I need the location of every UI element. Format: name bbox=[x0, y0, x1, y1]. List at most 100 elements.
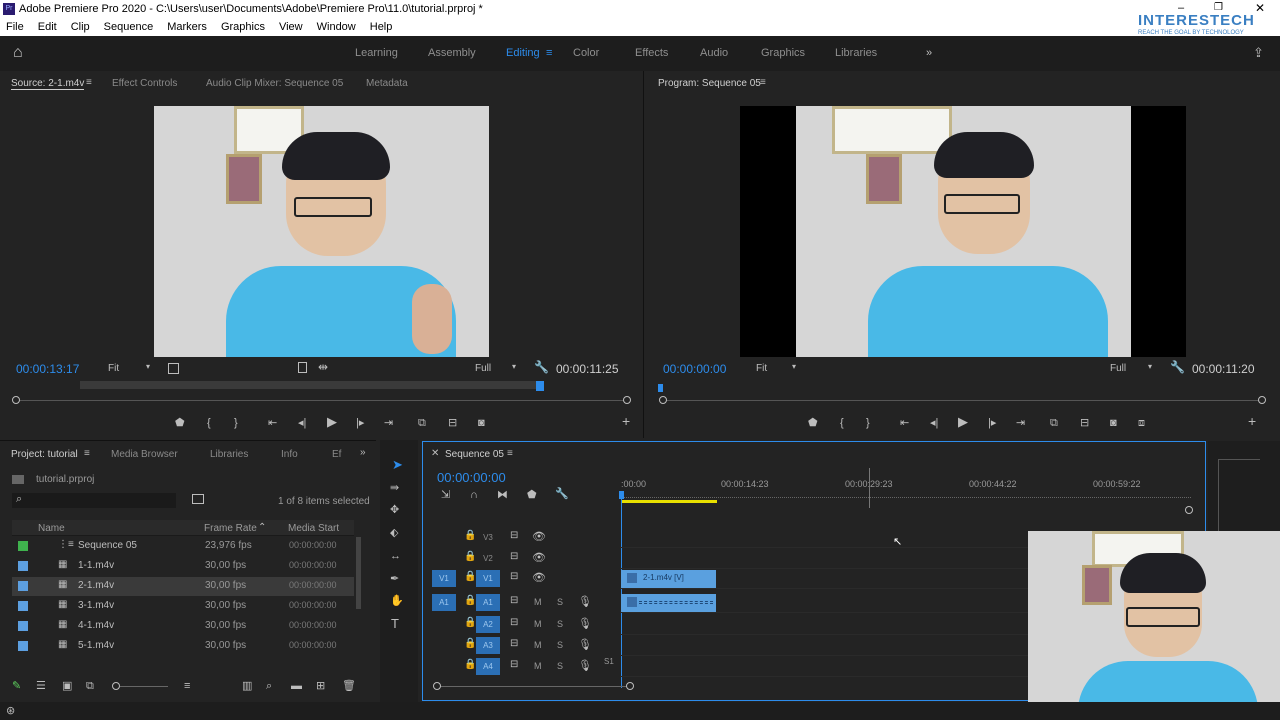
track-target-a1[interactable]: A1 bbox=[476, 594, 500, 611]
icon-view-icon[interactable]: ▣ bbox=[62, 680, 72, 692]
chevron-down-icon[interactable]: ▾ bbox=[512, 362, 516, 371]
track-target-v3[interactable]: V3 bbox=[476, 529, 500, 546]
vertical-zoom-handle[interactable] bbox=[1185, 506, 1193, 514]
wrench-icon[interactable]: 🔧 bbox=[555, 488, 569, 500]
source-playhead-timecode[interactable]: 00:00:13:17 bbox=[16, 362, 79, 376]
chevron-down-icon[interactable]: ▾ bbox=[146, 362, 150, 371]
project-scrollbar[interactable] bbox=[356, 537, 361, 609]
camera-icon[interactable]: ◙ bbox=[1110, 417, 1117, 429]
source-fit-dropdown[interactable]: Fit bbox=[108, 363, 119, 374]
project-search-input[interactable]: ⌕ bbox=[12, 493, 176, 508]
solo-button[interactable]: S bbox=[557, 661, 563, 671]
drag-audio-icon[interactable]: ⇹ bbox=[318, 360, 328, 374]
list-view-icon[interactable]: ☰ bbox=[36, 680, 46, 692]
label-color-swatch[interactable] bbox=[18, 541, 28, 551]
column-name[interactable]: Name bbox=[38, 523, 65, 534]
track-target-a2[interactable]: A2 bbox=[476, 616, 500, 633]
workspace-effects[interactable]: Effects bbox=[635, 47, 668, 59]
microphone-icon[interactable]: 🎙 bbox=[578, 638, 592, 651]
eye-icon[interactable]: 👁 bbox=[532, 530, 546, 543]
label-color-swatch[interactable] bbox=[18, 561, 28, 571]
play-icon[interactable]: ▶ bbox=[958, 415, 968, 428]
insert-icon[interactable]: ⧉ bbox=[418, 417, 426, 429]
settings-icon[interactable] bbox=[168, 363, 179, 374]
sync-lock-icon[interactable]: ⊟ bbox=[510, 571, 518, 582]
workspace-libraries[interactable]: Libraries bbox=[835, 47, 877, 59]
wrench-icon[interactable]: 🔧 bbox=[1170, 360, 1185, 374]
time-ruler[interactable] bbox=[621, 492, 1191, 498]
menu-item-view[interactable]: View bbox=[279, 21, 303, 33]
new-bin-icon[interactable]: ▬ bbox=[291, 680, 302, 692]
panel-menu-icon[interactable]: ≡ bbox=[84, 448, 90, 459]
step-forward-icon[interactable]: |▸ bbox=[356, 417, 364, 429]
step-back-icon[interactable]: ◂| bbox=[298, 417, 306, 429]
go-to-out-icon[interactable]: ⇥ bbox=[1016, 417, 1025, 429]
column-media-start[interactable]: Media Start bbox=[288, 523, 339, 534]
project-row[interactable]: ⋮≡ Sequence 05 23,976 fps 00:00:00:00 bbox=[12, 537, 354, 556]
lift-icon[interactable]: ⧉ bbox=[1050, 417, 1058, 429]
label-color-swatch[interactable] bbox=[18, 641, 28, 651]
sync-lock-icon[interactable]: ⊟ bbox=[510, 595, 518, 606]
menu-item-help[interactable]: Help bbox=[370, 21, 393, 33]
step-forward-icon[interactable]: |▸ bbox=[988, 417, 996, 429]
workspace-editing[interactable]: Editing bbox=[506, 47, 540, 59]
project-row[interactable]: ▦ 4-1.m4v 30,00 fps 00:00:00:00 bbox=[12, 617, 354, 636]
add-button-icon[interactable]: + bbox=[1248, 414, 1256, 428]
audio-clip[interactable] bbox=[621, 594, 716, 612]
wrench-icon[interactable]: 🔧 bbox=[534, 360, 549, 374]
source-zoom-bar[interactable] bbox=[16, 400, 628, 401]
project-row[interactable]: ▦ 3-1.m4v 30,00 fps 00:00:00:00 bbox=[12, 597, 354, 616]
lock-icon[interactable]: 🔒 bbox=[464, 595, 476, 606]
mark-in-icon[interactable]: { bbox=[207, 417, 211, 429]
zoom-slider[interactable] bbox=[120, 686, 168, 687]
panel-menu-icon[interactable]: ≡ bbox=[760, 77, 766, 88]
razor-tool-icon[interactable]: ⬖ bbox=[390, 527, 398, 539]
tab-libraries[interactable]: Libraries bbox=[210, 449, 248, 460]
column-frame-rate[interactable]: Frame Rate bbox=[204, 523, 257, 534]
menu-item-file[interactable]: File bbox=[6, 21, 24, 33]
workspace-color[interactable]: Color bbox=[573, 47, 599, 59]
tab-metadata[interactable]: Metadata bbox=[366, 78, 408, 89]
chevron-down-icon[interactable]: ▾ bbox=[1148, 362, 1152, 371]
overwrite-icon[interactable]: ⊟ bbox=[448, 417, 457, 429]
track-target-a3[interactable]: A3 bbox=[476, 637, 500, 654]
program-playhead[interactable] bbox=[658, 384, 663, 392]
panel-menu-icon[interactable]: ≡ bbox=[86, 77, 92, 88]
freeform-view-icon[interactable]: ⧉ bbox=[86, 680, 94, 692]
mute-button[interactable]: M bbox=[534, 640, 542, 650]
selection-tool-icon[interactable]: ➤ bbox=[392, 458, 403, 471]
sort-icons-icon[interactable]: ≡ bbox=[184, 680, 190, 692]
sync-lock-icon[interactable]: ⊟ bbox=[510, 617, 518, 628]
lock-icon[interactable]: 🔒 bbox=[464, 551, 476, 562]
timeline-timecode[interactable]: 00:00:00:00 bbox=[437, 470, 506, 485]
pen-tool-icon[interactable]: ✒ bbox=[390, 573, 399, 585]
tab-project[interactable]: Project: tutorial bbox=[11, 449, 78, 460]
label-color-swatch[interactable] bbox=[18, 601, 28, 611]
new-bin-from-search-icon[interactable] bbox=[192, 494, 204, 504]
comparison-view-icon[interactable]: ⧈ bbox=[1138, 417, 1145, 429]
source-patch-v1[interactable]: V1 bbox=[432, 570, 456, 587]
close-tab-icon[interactable]: ✕ bbox=[431, 448, 439, 459]
sync-lock-icon[interactable]: ⊟ bbox=[510, 638, 518, 649]
mute-button[interactable]: M bbox=[534, 661, 542, 671]
source-patch-a1[interactable]: A1 bbox=[432, 594, 456, 611]
add-marker-icon[interactable]: ⬟ bbox=[527, 489, 537, 501]
mark-out-icon[interactable]: } bbox=[234, 417, 238, 429]
home-icon[interactable]: ⌂ bbox=[13, 44, 23, 62]
go-to-in-icon[interactable]: ⇤ bbox=[268, 417, 277, 429]
play-icon[interactable]: ▶ bbox=[327, 415, 337, 428]
chevron-down-icon[interactable]: ▾ bbox=[792, 362, 796, 371]
label-color-swatch[interactable] bbox=[18, 621, 28, 631]
add-button-icon[interactable]: + bbox=[622, 414, 630, 428]
go-to-out-icon[interactable]: ⇥ bbox=[384, 417, 393, 429]
pencil-icon[interactable]: ✎ bbox=[12, 680, 21, 692]
extract-icon[interactable]: ⊟ bbox=[1080, 417, 1089, 429]
lock-icon[interactable]: 🔒 bbox=[464, 659, 476, 670]
new-item-icon[interactable]: ⊞ bbox=[316, 680, 325, 692]
source-playhead[interactable] bbox=[536, 381, 544, 391]
zoom-handle-right[interactable] bbox=[623, 396, 631, 404]
go-to-in-icon[interactable]: ⇤ bbox=[900, 417, 909, 429]
menu-item-clip[interactable]: Clip bbox=[71, 21, 90, 33]
track-select-tool-icon[interactable]: ⇛ bbox=[390, 482, 399, 494]
mark-in-icon[interactable]: { bbox=[840, 417, 844, 429]
